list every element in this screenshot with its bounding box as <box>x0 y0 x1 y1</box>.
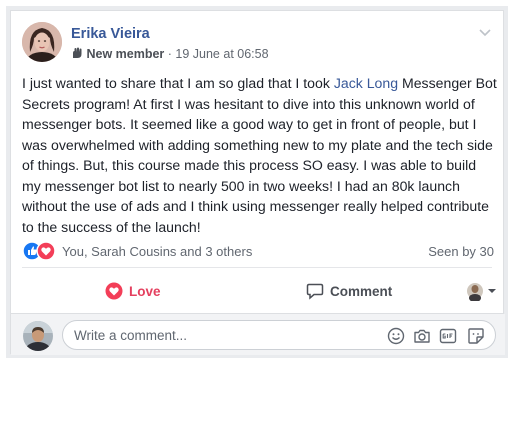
post-meta: New member · 19 June at 06:58 <box>71 47 269 61</box>
gif-icon[interactable] <box>439 327 457 345</box>
author-name[interactable]: Erika Vieira <box>71 26 150 42</box>
comment-input[interactable]: Write a comment... <box>62 320 496 350</box>
sticker-icon[interactable] <box>467 327 485 345</box>
reactors-summary[interactable]: You, Sarah Cousins and 3 others <box>62 244 252 259</box>
new-member-badge[interactable]: New member <box>86 47 164 61</box>
post-text-part: I just wanted to share that I am so glad… <box>22 75 334 91</box>
post-text-part: Messenger Bot Secrets program! At first … <box>22 75 497 235</box>
comment-placeholder: Write a comment... <box>74 328 188 343</box>
chevron-down-icon[interactable] <box>479 24 491 42</box>
comment-button[interactable]: Comment <box>306 279 392 303</box>
new-member-icon <box>71 47 86 61</box>
divider <box>22 267 492 268</box>
post-date[interactable]: · 19 June at 06:58 <box>164 47 269 61</box>
comment-composer: Write a comment... <box>11 314 505 355</box>
post-frame: Erika Vieira New member · 19 June at 06:… <box>6 6 508 358</box>
comment-label: Comment <box>330 283 393 299</box>
user-avatar[interactable] <box>23 321 53 351</box>
emoji-icon[interactable] <box>387 327 405 345</box>
comment-icon <box>306 282 324 300</box>
reactions-bar: You, Sarah Cousins and 3 others Seen by … <box>22 241 494 263</box>
mention-link[interactable]: Jack Long <box>334 75 398 91</box>
reaction-selector[interactable] <box>463 281 503 302</box>
love-button[interactable]: Love <box>105 279 161 303</box>
profile-chevron-icon <box>467 283 496 302</box>
author-avatar[interactable] <box>22 22 62 62</box>
camera-icon[interactable] <box>413 327 431 345</box>
reaction-icons[interactable] <box>22 241 62 261</box>
action-bar: Love Comment <box>11 273 505 309</box>
post-card: Erika Vieira New member · 19 June at 06:… <box>10 10 505 355</box>
love-label: Love <box>129 283 161 299</box>
seen-by-count[interactable]: Seen by 30 <box>428 244 494 259</box>
post-text: I just wanted to share that I am so glad… <box>22 73 498 237</box>
love-icon <box>105 282 123 300</box>
